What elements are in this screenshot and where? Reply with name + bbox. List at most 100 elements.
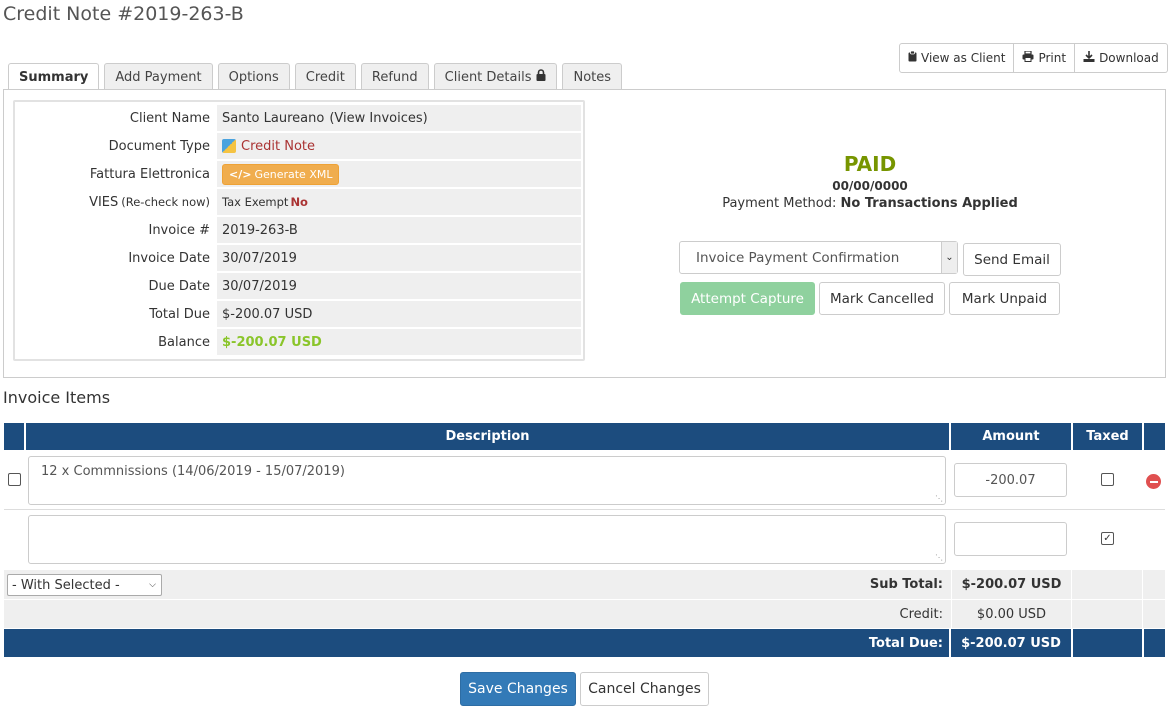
credit-label: Credit:	[899, 606, 943, 622]
tax-exempt-value: No	[290, 195, 308, 209]
item-description-input[interactable]: 12 x Commnissions (14/06/2019 - 15/07/20…	[28, 456, 946, 505]
view-as-client-label: View as Client	[921, 51, 1006, 65]
due-date-label: Due Date	[148, 278, 210, 294]
resize-grip-icon[interactable]: ⋱	[935, 554, 943, 562]
print-label: Print	[1038, 51, 1067, 65]
payment-method-value: No Transactions Applied	[840, 196, 1018, 211]
client-name-row: Client Name Santo Laureano (View Invoice…	[17, 104, 581, 132]
mark-unpaid-label: Mark Unpaid	[961, 290, 1048, 307]
header-actions-cell	[1144, 423, 1165, 450]
tab-credit[interactable]: Credit	[294, 63, 356, 90]
credit-taxed-cell	[1071, 600, 1142, 628]
invoice-date-value: 30/07/2019	[217, 245, 581, 271]
subtotal-row: Sub Total: $-200.07 USD	[4, 570, 1165, 599]
download-button[interactable]: Download	[1075, 43, 1168, 73]
send-email-label: Send Email	[974, 251, 1050, 268]
mark-cancelled-button[interactable]: Mark Cancelled	[819, 282, 945, 315]
send-email-button[interactable]: Send Email	[963, 243, 1061, 276]
download-label: Download	[1099, 51, 1159, 65]
tab-label: Credit	[305, 69, 345, 85]
email-template-value: Invoice Payment Confirmation	[696, 249, 900, 266]
with-selected-value: - With Selected -	[12, 577, 120, 593]
download-icon	[1083, 51, 1095, 65]
fattura-label: Fattura Elettronica	[89, 166, 210, 182]
chevron-down-icon: ⌵	[149, 580, 156, 590]
invoice-items-title: Invoice Items	[3, 388, 111, 407]
total-action-cell	[1142, 629, 1165, 657]
credit-row: Credit: $0.00 USD	[4, 600, 1165, 628]
with-selected-select[interactable]: - With Selected - ⌵	[7, 574, 162, 596]
document-type-icon	[222, 139, 236, 153]
total-due-label: Total Due	[149, 306, 210, 322]
tab-notes[interactable]: Notes	[562, 63, 623, 90]
payment-method-label: Payment Method:	[722, 196, 837, 211]
page-title: Credit Note #2019-263-B	[3, 3, 244, 25]
new-item-taxed-checkbox[interactable]: ✓	[1101, 532, 1114, 545]
due-date-row: Due Date 30/07/2019	[17, 272, 581, 300]
balance-label: Balance	[158, 334, 210, 350]
total-taxed-cell	[1071, 629, 1142, 657]
new-item-description-input[interactable]: ⋱	[28, 515, 946, 564]
tab-label: Options	[228, 69, 279, 85]
code-icon: </>	[229, 167, 252, 181]
tab-options[interactable]: Options	[217, 63, 290, 90]
item-amount-input[interactable]: -200.07	[954, 463, 1067, 497]
view-invoices-link[interactable]: (View Invoices)	[329, 111, 427, 126]
generate-xml-button[interactable]: </> Generate XML	[222, 163, 340, 185]
tax-exempt-label: Tax Exempt	[222, 195, 289, 209]
print-icon	[1022, 50, 1034, 65]
tab-label: Notes	[573, 69, 612, 85]
invoice-number-row: Invoice # 2019-263-B	[17, 216, 581, 244]
payment-method: Payment Method: No Transactions Applied	[680, 196, 1060, 211]
clipboard-icon	[908, 50, 917, 65]
tab-label: Summary	[19, 70, 89, 85]
document-type-link[interactable]: Credit Note	[241, 139, 315, 154]
subtotal-action-cell	[1142, 570, 1165, 599]
balance-row: Balance $-200.07 USD	[17, 328, 581, 356]
row-divider	[4, 509, 1165, 510]
header-select-cell	[4, 423, 24, 450]
generate-xml-label: Generate XML	[254, 167, 333, 181]
remove-item-icon[interactable]	[1146, 474, 1161, 489]
vies-label: VIES	[89, 194, 119, 210]
status-badge: PAID	[843, 152, 897, 176]
item-description-text: 12 x Commnissions (14/06/2019 - 15/07/20…	[41, 464, 345, 479]
email-template-select[interactable]: Invoice Payment Confirmation ⌄	[679, 241, 958, 274]
tab-label: Refund	[371, 69, 418, 85]
total-due-row: Total Due $-200.07 USD	[17, 300, 581, 328]
print-button[interactable]: Print	[1014, 43, 1076, 73]
subtotal-taxed-cell	[1071, 570, 1142, 599]
tab-client-details[interactable]: Client Details	[433, 63, 558, 90]
attempt-capture-button[interactable]: Attempt Capture	[680, 282, 815, 315]
document-toolbar: View as Client Print Download	[899, 43, 1168, 73]
tab-label: Client Details	[444, 69, 532, 85]
new-item-amount-input[interactable]	[954, 522, 1067, 556]
tab-refund[interactable]: Refund	[360, 63, 429, 90]
invoice-number-value: 2019-263-B	[217, 217, 581, 243]
fattura-row: Fattura Elettronica </> Generate XML	[17, 160, 581, 188]
client-name-link[interactable]: Santo Laureano	[222, 111, 324, 126]
attempt-capture-label: Attempt Capture	[691, 290, 804, 307]
items-total-due-label: Total Due:	[868, 635, 943, 651]
item-taxed-checkbox[interactable]	[1101, 473, 1114, 486]
total-due-value: $-200.07 USD	[217, 301, 581, 327]
tab-label: Add Payment	[115, 69, 202, 85]
row-select-checkbox[interactable]	[8, 473, 21, 486]
credit-value: $0.00 USD	[951, 600, 1071, 628]
subtotal-value: $-200.07 USD	[951, 570, 1071, 599]
lock-icon	[536, 69, 546, 85]
tab-add-payment[interactable]: Add Payment	[104, 63, 213, 90]
tab-bar: Summary Add Payment Options Credit Refun…	[8, 63, 623, 91]
view-as-client-button[interactable]: View as Client	[899, 43, 1015, 73]
recheck-link[interactable]: (Re-check now)	[121, 195, 210, 209]
paid-date: 00/00/0000	[832, 179, 908, 193]
resize-grip-icon[interactable]: ⋱	[935, 495, 943, 503]
mark-unpaid-button[interactable]: Mark Unpaid	[949, 282, 1060, 315]
save-changes-button[interactable]: Save Changes	[460, 672, 576, 706]
tab-summary[interactable]: Summary	[8, 63, 100, 91]
cancel-changes-button[interactable]: Cancel Changes	[580, 672, 709, 706]
payment-status: PAID 00/00/0000 Payment Method: No Trans…	[680, 152, 1060, 211]
document-type-row: Document Type Credit Note	[17, 132, 581, 160]
header-amount: Amount	[951, 423, 1071, 450]
invoice-date-label: Invoice Date	[128, 250, 210, 266]
